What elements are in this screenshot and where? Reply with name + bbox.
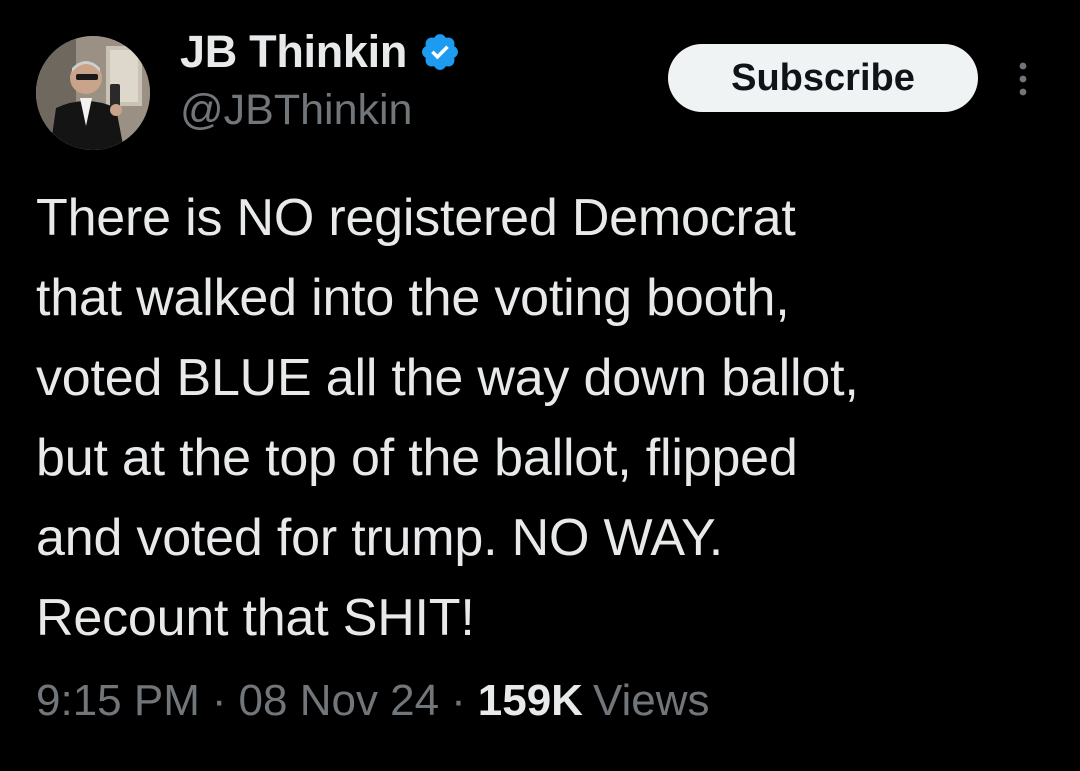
tweet-text-line: voted BLUE all the way down ballot, — [36, 349, 859, 407]
tweet-card: JB Thinkin @JBThinkin Subscribe There is… — [0, 0, 1080, 771]
separator-dot: · — [451, 676, 466, 725]
verified-badge-icon[interactable] — [419, 31, 461, 73]
handle[interactable]: @JBThinkin — [180, 86, 461, 135]
tweet-text-line: but at the top of the ballot, flipped — [36, 429, 798, 487]
name-row: JB Thinkin — [180, 22, 461, 82]
author-block: JB Thinkin @JBThinkin — [180, 22, 461, 135]
profile-photo — [36, 36, 150, 150]
tweet-meta: 9:15 PM · 08 Nov 24 · 159K Views — [36, 676, 710, 726]
subscribe-button[interactable]: Subscribe — [668, 44, 978, 112]
tweet-text: There is NO registered Democrat that wal… — [36, 178, 1056, 658]
tweet-time[interactable]: 9:15 PM — [36, 676, 200, 726]
more-options-icon[interactable] — [1002, 58, 1044, 100]
views-count[interactable]: 159K — [478, 676, 583, 726]
tweet-text-line: Recount that SHIT! — [36, 589, 475, 647]
views-label: Views — [592, 676, 710, 725]
tweet-text-line: There is NO registered Democrat — [36, 189, 796, 247]
display-name[interactable]: JB Thinkin — [180, 26, 407, 78]
tweet-date[interactable]: 08 Nov 24 — [239, 676, 440, 726]
avatar[interactable] — [36, 36, 150, 150]
tweet-text-line: that walked into the voting booth, — [36, 269, 790, 327]
separator-dot: · — [211, 676, 227, 725]
tweet-text-line: and voted for trump. NO WAY. — [36, 509, 724, 567]
